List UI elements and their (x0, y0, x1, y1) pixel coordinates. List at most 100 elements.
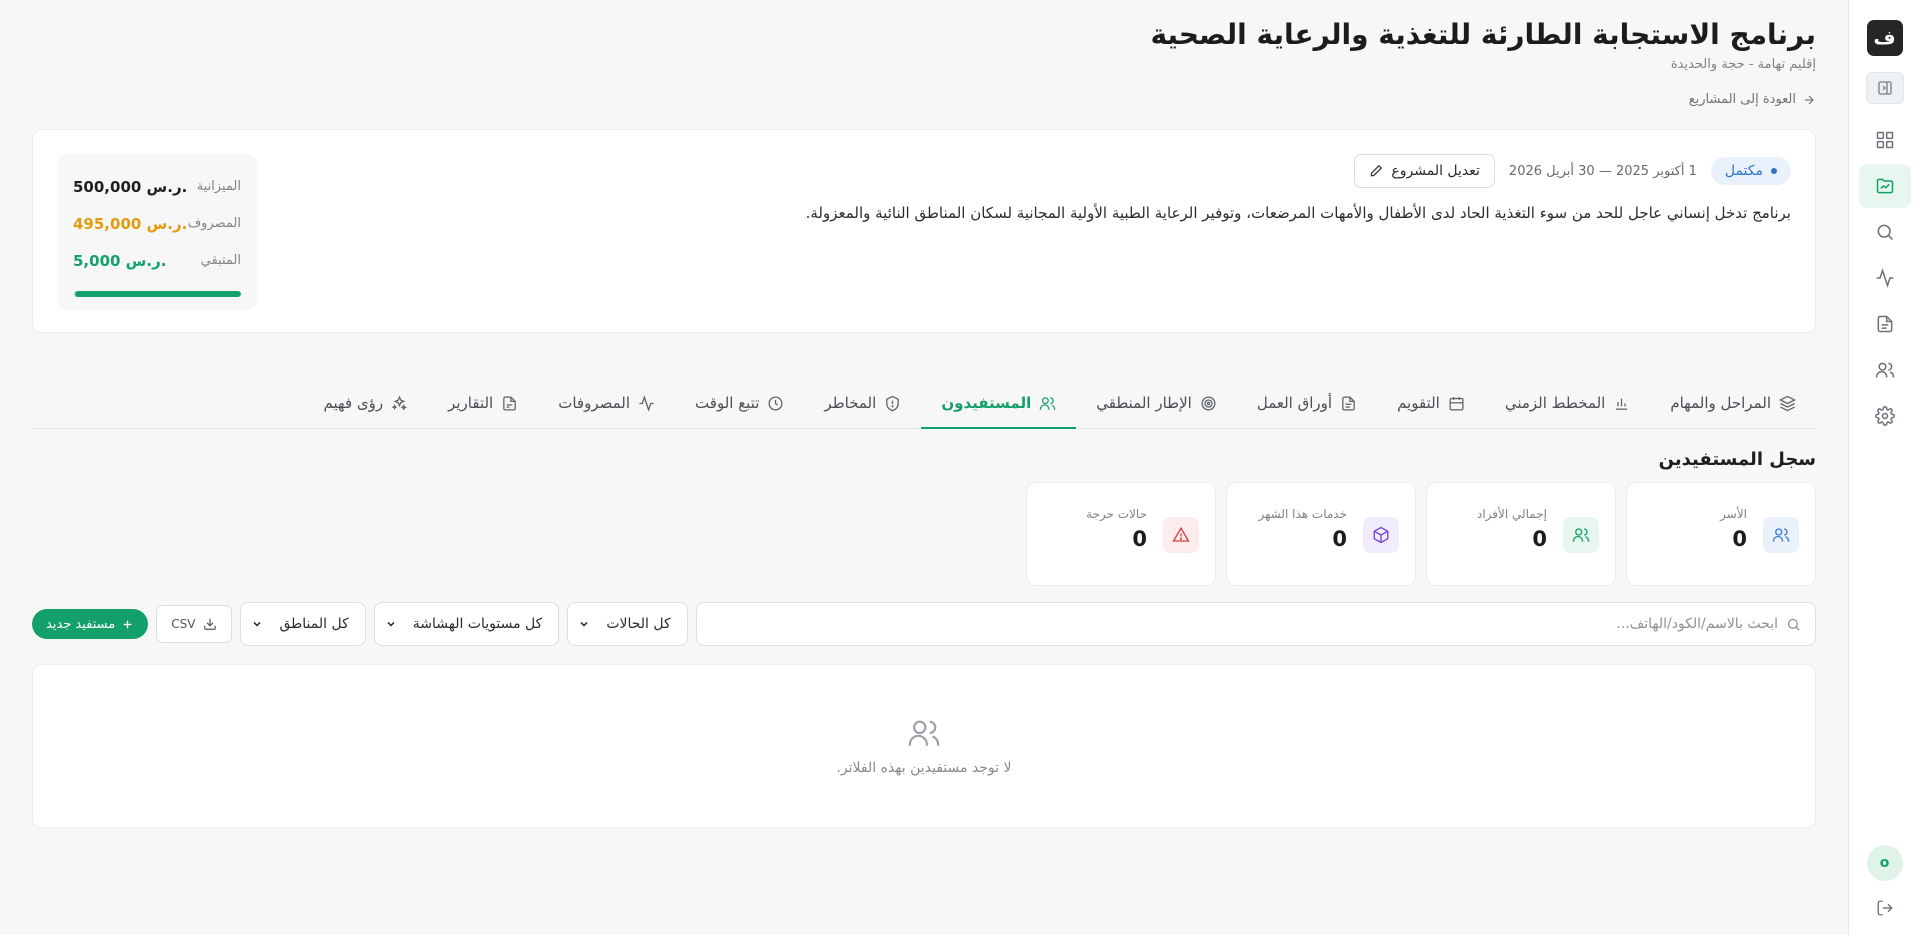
csv-label: CSV (171, 617, 196, 631)
budget-row-spent: المصروف 495,000 ر.س. (73, 205, 241, 242)
status-label: مكتمل (1724, 163, 1763, 179)
stats-row: الأسر 0 إجمالي الأفراد 0 خدمات هذا الشهر… (32, 482, 1816, 586)
chevron-down-icon (578, 618, 590, 630)
sidebar: ف o (1848, 0, 1920, 935)
target-icon (1200, 395, 1217, 412)
tab-label: المستفيدون (941, 394, 1032, 412)
status-filter-select[interactable]: كل الحالات (567, 602, 688, 646)
logout-icon (1876, 899, 1894, 917)
stat-value: 0 (1732, 527, 1747, 551)
remaining-value: 5,000 ر.س. (73, 251, 167, 270)
chevron-down-icon (251, 618, 263, 630)
sidebar-item-dashboard[interactable] (1859, 118, 1911, 162)
package-icon (1363, 517, 1399, 553)
stat-card-individuals: إجمالي الأفراد 0 (1426, 482, 1616, 586)
stat-label: حالات حرجة (1086, 507, 1147, 521)
tab-5[interactable]: المستفيدون (921, 378, 1077, 429)
budget-summary: الميزانية 500,000 ر.س. المصروف 495,000 ر… (57, 154, 257, 310)
tab-8[interactable]: المصروفات (538, 378, 675, 428)
sidebar-item-projects[interactable] (1858, 164, 1911, 208)
filters-bar: كل الحالات كل مستويات الهشاشة كل المناطق… (32, 602, 1816, 646)
sidebar-toggle-button[interactable] (1865, 72, 1904, 104)
clock-icon (767, 395, 784, 412)
region-filter-value: كل المناطق (279, 616, 349, 632)
tab-2[interactable]: التقويم (1377, 378, 1485, 428)
back-link-label: العودة إلى المشاريع (1688, 92, 1796, 107)
new-beneficiary-button[interactable]: مستفيد جديد (32, 609, 149, 639)
empty-state: لا توجد مستفيدين بهذه الفلاتر. (32, 664, 1816, 828)
layers-icon (1779, 395, 1796, 412)
document-icon (1340, 395, 1357, 412)
sidebar-item-documents[interactable] (1859, 302, 1911, 346)
users-icon (907, 716, 941, 750)
search-box (695, 602, 1816, 646)
stat-label: إجمالي الأفراد (1476, 507, 1547, 521)
tab-0[interactable]: المراحل والمهام (1650, 378, 1816, 428)
export-csv-button[interactable]: CSV (156, 605, 233, 643)
section-title: سجل المستفيدين (1658, 449, 1816, 470)
users-icon (1875, 360, 1895, 380)
empty-state-text: لا توجد مستفيدين بهذه الفلاتر. (836, 760, 1012, 776)
tab-3[interactable]: أوراق العمل (1237, 378, 1377, 428)
tab-label: تتبع الوقت (695, 394, 760, 412)
grid-icon (1875, 130, 1895, 150)
project-description: برنامج تدخل إنساني عاجل للحد من سوء التغ… (805, 204, 1791, 222)
stat-card-services: خدمات هذا الشهر 0 (1226, 482, 1416, 586)
budget-progress-bar (73, 291, 241, 297)
document-icon (1875, 314, 1895, 334)
sidebar-nav (1858, 118, 1911, 438)
sidebar-item-users[interactable] (1859, 348, 1911, 392)
page-subtitle: إقليم تهامة - حجة والحديدة (1670, 57, 1816, 72)
tab-label: التقويم (1397, 394, 1440, 412)
gear-icon (1874, 406, 1895, 426)
tab-1[interactable]: المخطط الزمني (1485, 378, 1650, 428)
status-dot (1771, 168, 1777, 174)
tab-label: المراحل والمهام (1670, 394, 1771, 412)
stat-value: 0 (1132, 527, 1147, 551)
plus-icon (121, 618, 134, 631)
budget-label: الميزانية (196, 179, 241, 194)
app-logo[interactable]: ف (1866, 20, 1903, 56)
budget-row-remaining: المتبقي 5,000 ر.س. (73, 242, 241, 279)
spent-label: المصروف (187, 216, 241, 231)
calendar-icon (1448, 395, 1465, 412)
back-to-projects-link[interactable]: العودة إلى المشاريع (32, 92, 1816, 107)
status-badge: مكتمل (1710, 157, 1791, 185)
budget-progress-fill (74, 291, 241, 297)
stat-value: 0 (1332, 527, 1347, 551)
tab-label: المصروفات (558, 394, 631, 412)
vulnerability-filter-select[interactable]: كل مستويات الهشاشة (373, 602, 560, 646)
arrow-right-icon (1802, 93, 1816, 107)
tab-10[interactable]: رؤى فهيم (304, 378, 429, 428)
new-beneficiary-label: مستفيد جديد (46, 616, 116, 632)
region-filter-select[interactable]: كل المناطق (240, 602, 366, 646)
main-content: برنامج الاستجابة الطارئة للتغذية والرعاي… (32, 0, 1816, 828)
edit-project-button[interactable]: تعديل المشروع (1354, 154, 1495, 188)
tab-label: رؤى فهيم (323, 394, 384, 412)
download-icon (203, 617, 217, 631)
users-icon (1763, 517, 1799, 553)
sparkles-icon (391, 395, 408, 412)
user-avatar[interactable]: o (1866, 845, 1903, 881)
stat-label: الأسر (1720, 507, 1747, 521)
logout-button[interactable] (1876, 899, 1894, 917)
pencil-icon (1369, 164, 1383, 178)
activity-icon (1875, 268, 1895, 288)
tab-9[interactable]: التقارير (428, 378, 538, 428)
project-tabs: المراحل والمهام المخطط الزمني التقويم أوراق… (32, 357, 1816, 429)
tab-label: الإطار المنطقي (1096, 394, 1192, 412)
page-title: برنامج الاستجابة الطارئة للتغذية والرعاي… (1150, 18, 1816, 51)
sidebar-item-search[interactable] (1859, 210, 1911, 254)
search-input[interactable] (710, 616, 1778, 632)
stat-card-critical: حالات حرجة 0 (1026, 482, 1216, 586)
bar-chart-icon (1613, 395, 1630, 412)
sidebar-item-settings[interactable] (1859, 394, 1911, 438)
spent-value: 495,000 ر.س. (73, 214, 188, 233)
search-icon (1786, 617, 1801, 632)
activity-icon (638, 394, 655, 412)
tab-6[interactable]: المخاطر (804, 378, 921, 428)
sidebar-item-activity[interactable] (1859, 256, 1911, 300)
tab-7[interactable]: تتبع الوقت (675, 378, 804, 428)
edit-project-label: تعديل المشروع (1391, 163, 1480, 179)
tab-4[interactable]: الإطار المنطقي (1076, 378, 1237, 428)
